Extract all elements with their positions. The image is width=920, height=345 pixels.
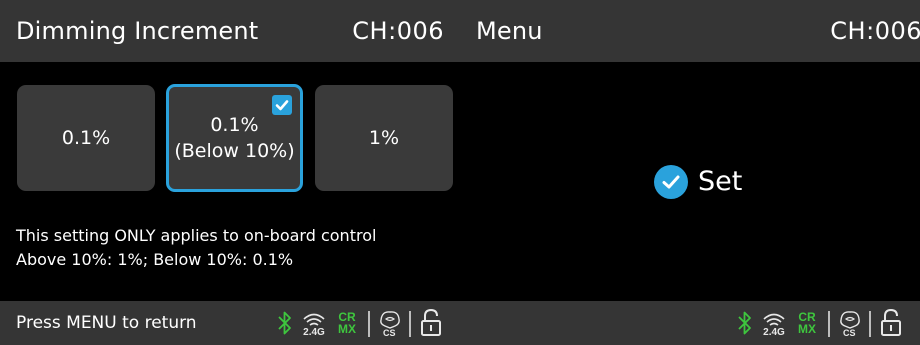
status-icons: 2.4G CR MX CS xyxy=(736,306,920,340)
option-sublabel: (Below 10%) xyxy=(174,140,295,162)
footer-bar: Press MENU to return 2.4G CR MX CS xyxy=(0,301,460,345)
option-label-wrap: 1% xyxy=(369,125,399,151)
channel-label: CH:006 xyxy=(830,17,920,45)
menu-screen: Menu CH:006 Set 2.4G CR MX CS xyxy=(460,0,920,345)
info-text-line-2: Above 10%: 1%; Below 10%: 0.1% xyxy=(16,250,294,269)
wireless-2.4g-icon: 2.4G xyxy=(763,313,785,338)
header-bar: Menu CH:006 xyxy=(460,0,920,62)
footer-bar: 2.4G CR MX CS xyxy=(460,301,920,345)
header-bar: Dimming Increment CH:006 xyxy=(0,0,460,62)
crmx-icon: CR MX xyxy=(338,310,356,336)
crmx-bottom-text: MX xyxy=(338,322,356,336)
option-label: 0.1% xyxy=(61,127,111,149)
channel-label: CH:006 xyxy=(352,17,444,45)
option-label: 1% xyxy=(368,127,400,149)
footer-hint: Press MENU to return xyxy=(16,313,197,333)
ecos-icon: CS xyxy=(380,311,400,338)
status-divider xyxy=(409,311,411,337)
set-label: Set xyxy=(698,166,743,197)
svg-text:CS: CS xyxy=(383,328,396,338)
crmx-icon: CR MX xyxy=(798,310,816,336)
unlock-icon xyxy=(881,308,901,336)
page-title: Menu xyxy=(476,17,543,45)
option-1-percent[interactable]: 1% xyxy=(315,85,453,191)
ecos-icon: CS xyxy=(840,311,860,338)
check-circle-icon xyxy=(654,165,688,199)
unlock-icon xyxy=(421,308,441,336)
status-divider xyxy=(828,311,830,337)
option-label-wrap: 0.1% (Below 10%) xyxy=(174,112,294,164)
info-text-line-1: This setting ONLY applies to on-board co… xyxy=(16,226,377,245)
status-divider xyxy=(869,311,871,337)
option-0-1-percent[interactable]: 0.1% xyxy=(17,85,155,191)
option-label: 0.1% xyxy=(210,114,259,136)
option-label-wrap: 0.1% xyxy=(62,125,110,151)
bluetooth-icon xyxy=(738,311,751,335)
status-icons: 2.4G CR MX CS xyxy=(276,306,456,340)
wireless-text: 2.4G xyxy=(763,327,785,338)
dimming-increment-screen: Dimming Increment CH:006 0.1% 0.1% (Belo… xyxy=(0,0,460,345)
wireless-2.4g-icon: 2.4G xyxy=(303,313,325,338)
checkbox-checked-icon xyxy=(272,95,292,115)
bluetooth-icon xyxy=(278,311,291,335)
crmx-bottom-text: MX xyxy=(798,322,816,336)
set-confirmation: Set xyxy=(654,162,742,202)
wireless-text: 2.4G xyxy=(303,327,325,338)
status-divider xyxy=(368,311,370,337)
svg-text:CS: CS xyxy=(843,328,856,338)
page-title: Dimming Increment xyxy=(16,17,259,45)
option-0-1-percent-below-10[interactable]: 0.1% (Below 10%) xyxy=(166,84,303,192)
